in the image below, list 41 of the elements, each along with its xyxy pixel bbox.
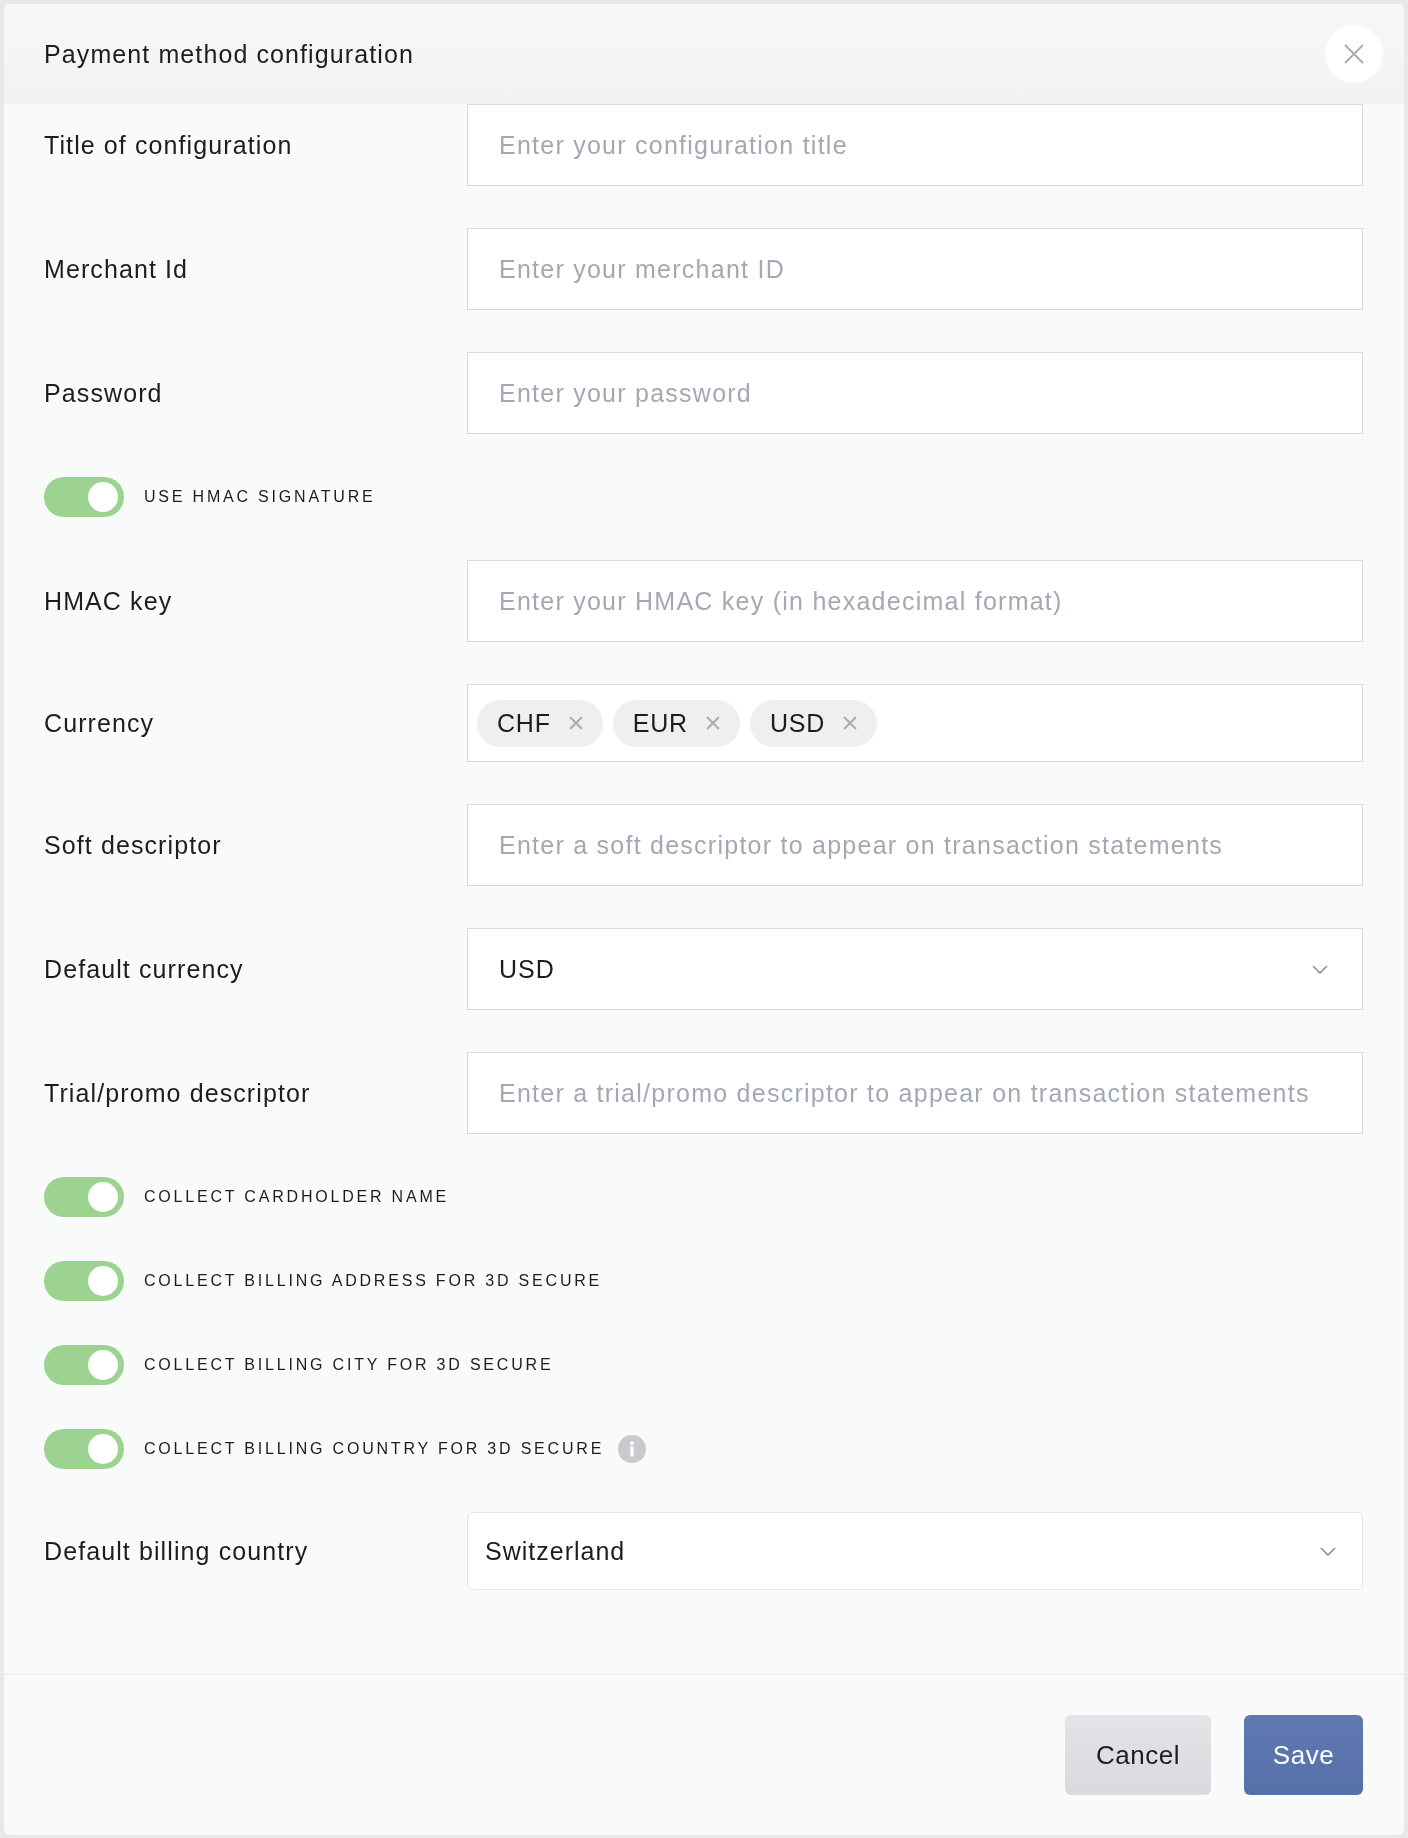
- toggle-label: COLLECT BILLING COUNTRY FOR 3D SECURE: [144, 1440, 605, 1458]
- toggle-label: COLLECT CARDHOLDER NAME: [144, 1188, 450, 1206]
- input-field[interactable]: Enter your configuration title: [467, 104, 1363, 186]
- toggle-label: COLLECT BILLING ADDRESS FOR 3D SECURE: [144, 1272, 603, 1290]
- select-field[interactable]: Switzerland: [467, 1512, 1363, 1590]
- cancel-button[interactable]: Cancel: [1065, 1715, 1211, 1795]
- close-icon: [1344, 44, 1364, 64]
- tag-text: CHF: [497, 708, 551, 738]
- toggle-switch[interactable]: [44, 1345, 124, 1385]
- toggle-switch[interactable]: [44, 1177, 124, 1217]
- toggle-label: USE HMAC SIGNATURE: [144, 488, 376, 506]
- field-label: Currency: [44, 708, 156, 738]
- cross-icon[interactable]: [843, 716, 858, 730]
- tag-text: USD: [769, 708, 826, 738]
- toggle-switch[interactable]: [44, 1261, 124, 1301]
- field-label: Trial/promo descriptor: [44, 1078, 312, 1108]
- input-field[interactable]: Enter a trial/promo descriptor to appear on transaction statements: [467, 1052, 1363, 1134]
- field-label: Password: [44, 378, 164, 408]
- field-label: Title of configuration: [44, 130, 294, 160]
- dialog-title: Payment method configuration: [44, 39, 414, 69]
- info-icon[interactable]: [618, 1435, 647, 1463]
- cross-icon[interactable]: [705, 716, 720, 730]
- toggle-switch[interactable]: [44, 477, 124, 517]
- field-label: HMAC key: [44, 586, 174, 616]
- input-field[interactable]: Enter your HMAC key (in hexadecimal format): [467, 560, 1363, 642]
- save-button[interactable]: Save: [1244, 1715, 1363, 1795]
- tag-text: EUR: [632, 708, 688, 738]
- toggle-switch[interactable]: [44, 1429, 124, 1469]
- input-field[interactable]: Enter your password: [467, 352, 1363, 434]
- chevron-down-icon: [1312, 964, 1328, 974]
- input-field[interactable]: Enter your merchant ID: [467, 228, 1363, 310]
- field-label: Default billing country: [44, 1536, 310, 1566]
- cross-icon[interactable]: [568, 716, 583, 730]
- chevron-down-icon: [1320, 1546, 1336, 1556]
- field-label: Default currency: [44, 954, 245, 984]
- select-field[interactable]: USD: [467, 928, 1363, 1010]
- toggle-label: COLLECT BILLING CITY FOR 3D SECURE: [144, 1356, 554, 1374]
- field-label: Merchant Id: [44, 254, 190, 284]
- input-field[interactable]: Enter a soft descriptor to appear on transaction statements: [467, 804, 1363, 886]
- tag-input-field[interactable]: CHF EUR USD: [467, 684, 1363, 762]
- field-label: Soft descriptor: [44, 830, 223, 860]
